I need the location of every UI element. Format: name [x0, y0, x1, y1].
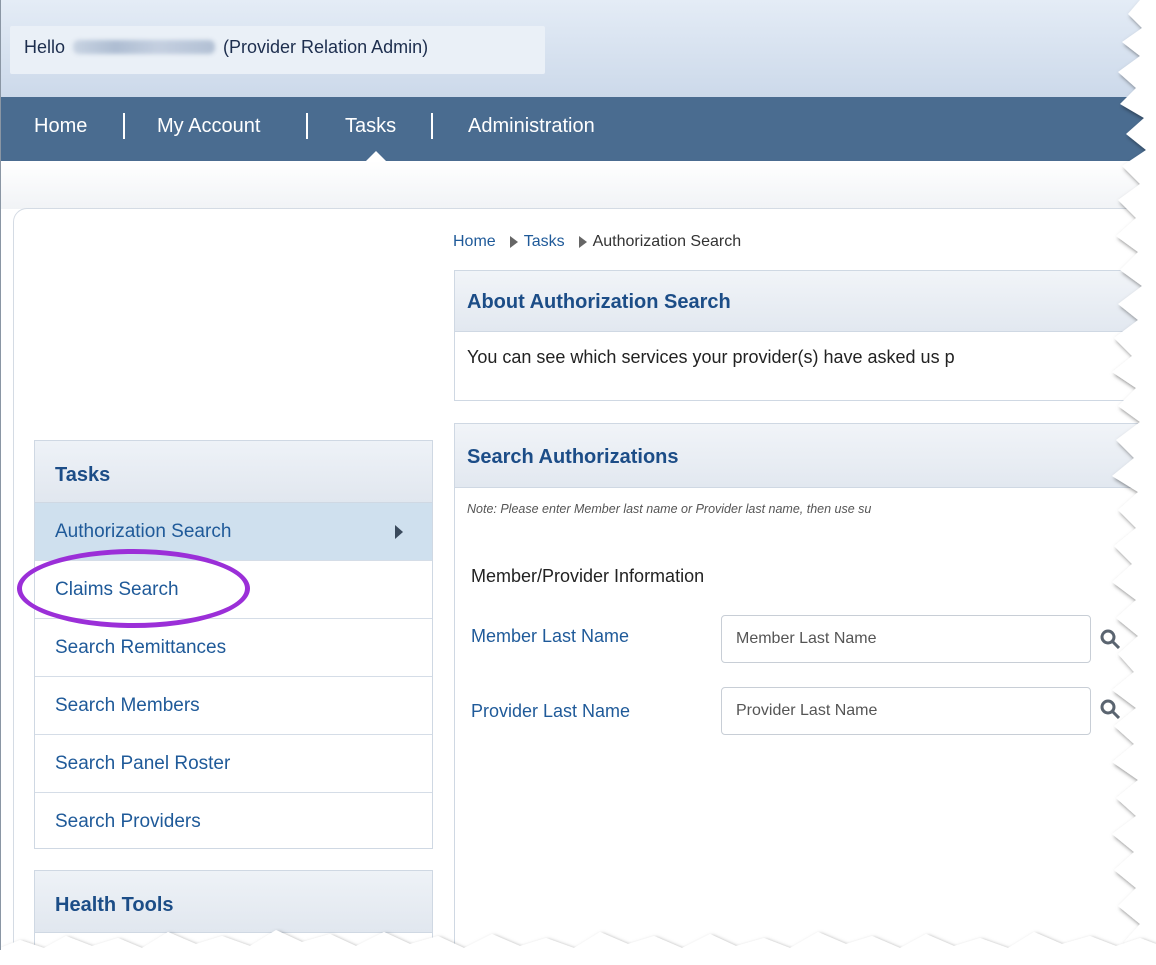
search-authorizations-box: Search Authorizations Note: Please enter… [454, 423, 1156, 965]
highlight-ellipse [17, 549, 250, 628]
breadcrumb: Home Tasks Authorization Search [453, 233, 741, 251]
nav-home[interactable]: Home [34, 115, 87, 138]
main-nav: Home My Account Tasks Administration [0, 97, 1156, 161]
sidebar-tasks-header: Tasks [35, 441, 432, 503]
breadcrumb-home[interactable]: Home [453, 233, 496, 250]
page-frame: Hello (Provider Relation Admin) Home My A… [0, 0, 1156, 965]
greeting-text: Hello (Provider Relation Admin) [24, 37, 428, 58]
sidebar-item-search-panel-roster[interactable]: Search Panel Roster [35, 735, 432, 793]
provider-search-icon[interactable] [1100, 699, 1120, 719]
chevron-right-icon [395, 525, 403, 539]
member-last-name-input[interactable] [721, 615, 1091, 663]
member-search-icon[interactable] [1100, 629, 1120, 649]
about-text: You can see which services your provider… [467, 347, 955, 367]
sidebar-tasks-title: Tasks [55, 464, 111, 486]
user-name-redacted [73, 40, 216, 54]
sidebar-health-tools: Health Tools [34, 870, 433, 965]
sidebar-health-title: Health Tools [55, 894, 174, 916]
sidebar-tasks: Tasks Authorization Search Claims Search… [34, 440, 433, 849]
nav-separator [306, 113, 308, 139]
breadcrumb-tasks[interactable]: Tasks [524, 233, 565, 250]
breadcrumb-current: Authorization Search [592, 233, 742, 250]
nav-my-account[interactable]: My Account [157, 115, 260, 138]
greeting-role: (Provider Relation Admin) [223, 37, 429, 57]
sidebar-item-search-remittances[interactable]: Search Remittances [35, 619, 432, 677]
greeting-prefix: Hello [24, 37, 66, 57]
nav-administration[interactable]: Administration [468, 115, 595, 138]
nav-separator [123, 113, 125, 139]
nav-tasks[interactable]: Tasks [345, 115, 396, 138]
about-header: About Authorization Search [455, 271, 1156, 332]
sidebar-item-search-members[interactable]: Search Members [35, 677, 432, 735]
sidebar-item-label: Search Members [55, 695, 200, 716]
provider-last-name-label: Provider Last Name [471, 701, 631, 721]
about-title: About Authorization Search [467, 291, 731, 313]
sidebar-item-label: Search Providers [55, 811, 201, 832]
sidebar-item-label: Search Remittances [55, 637, 227, 658]
nav-separator [431, 113, 433, 139]
search-title: Search Authorizations [467, 446, 679, 468]
sidebar-health-header: Health Tools [35, 871, 432, 933]
sidebar-item-label: Search Panel Roster [55, 753, 231, 774]
member-provider-section-label: Member/Provider Information [471, 566, 705, 586]
search-header: Search Authorizations [455, 424, 1156, 488]
sidebar-item-label: Authorization Search [55, 521, 232, 542]
breadcrumb-arrow-icon [509, 236, 518, 248]
about-box: About Authorization Search You can see w… [454, 270, 1156, 401]
sidebar-item-search-providers[interactable]: Search Providers [35, 793, 432, 851]
search-note: Note: Please enter Member last name or P… [467, 502, 872, 516]
member-last-name-label: Member Last Name [471, 626, 630, 646]
sub-nav-band [0, 161, 1156, 209]
provider-last-name-input[interactable] [721, 687, 1091, 735]
breadcrumb-arrow-icon [578, 236, 587, 248]
